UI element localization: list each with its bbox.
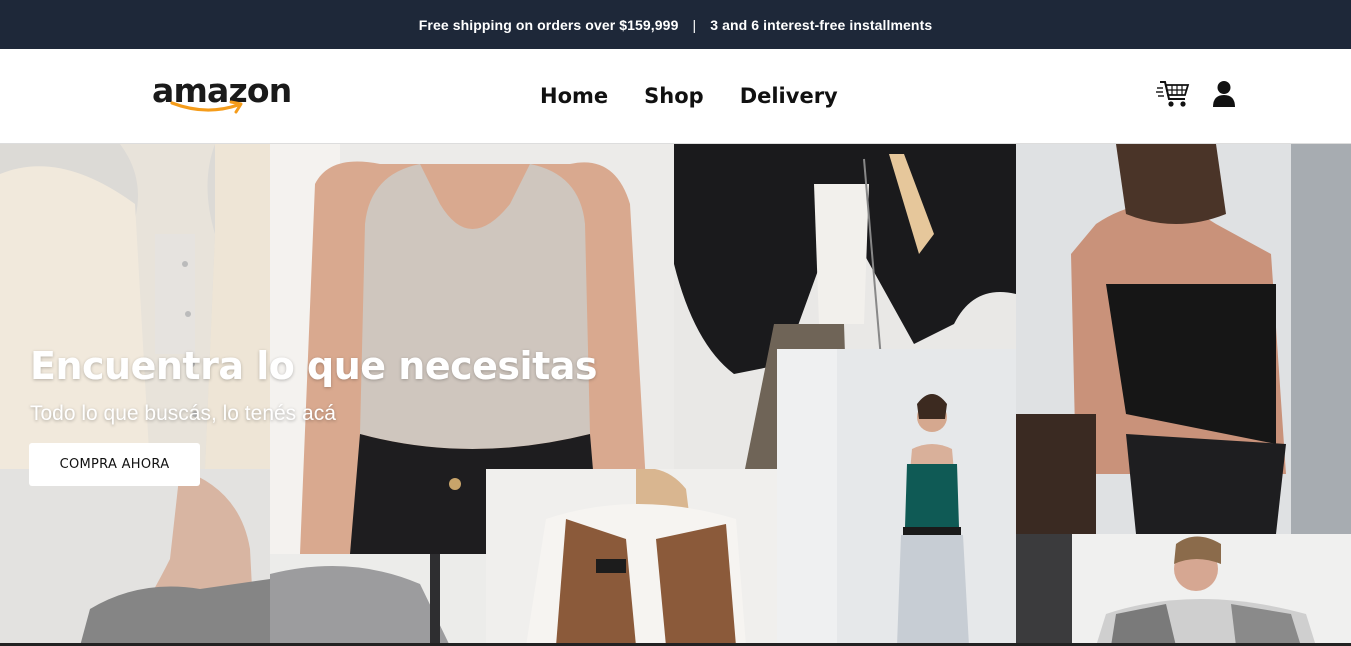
product-image-grey-coat[interactable] bbox=[0, 469, 270, 646]
header-actions bbox=[1156, 79, 1236, 114]
hero-banner: Encuentra lo que necesitas Todo lo que b… bbox=[0, 144, 1351, 646]
user-icon[interactable] bbox=[1212, 80, 1236, 113]
installments-notice: 3 and 6 interest-free installments bbox=[710, 16, 933, 33]
product-image-shearling-vest[interactable] bbox=[486, 469, 777, 646]
product-image-green-top-outfit[interactable] bbox=[777, 349, 1016, 646]
brand-logo[interactable]: amazon bbox=[152, 71, 292, 121]
shopping-cart-icon[interactable] bbox=[1156, 79, 1190, 114]
smile-arrow-icon bbox=[170, 100, 243, 114]
site-header: amazon Home Shop Delivery bbox=[0, 49, 1351, 144]
shop-now-button[interactable]: COMPRA AHORA bbox=[29, 443, 200, 486]
announcement-separator: | bbox=[692, 16, 697, 33]
product-image-plaid-shirt[interactable] bbox=[1016, 534, 1351, 646]
announcement-bar: Free shipping on orders over $159,999 | … bbox=[0, 0, 1351, 49]
product-image-strapless-top[interactable] bbox=[1016, 144, 1351, 534]
hero-title: Encuentra lo que necesitas bbox=[30, 344, 598, 388]
main-nav: Home Shop Delivery bbox=[540, 84, 838, 108]
shipping-notice: Free shipping on orders over $159,999 bbox=[418, 16, 679, 33]
hero-subtitle: Todo lo que buscás, lo tenés acá bbox=[30, 402, 336, 425]
nav-shop[interactable]: Shop bbox=[644, 84, 704, 108]
nav-delivery[interactable]: Delivery bbox=[740, 84, 838, 108]
product-image-grey-coat-detail[interactable] bbox=[270, 554, 486, 646]
nav-home[interactable]: Home bbox=[540, 84, 608, 108]
